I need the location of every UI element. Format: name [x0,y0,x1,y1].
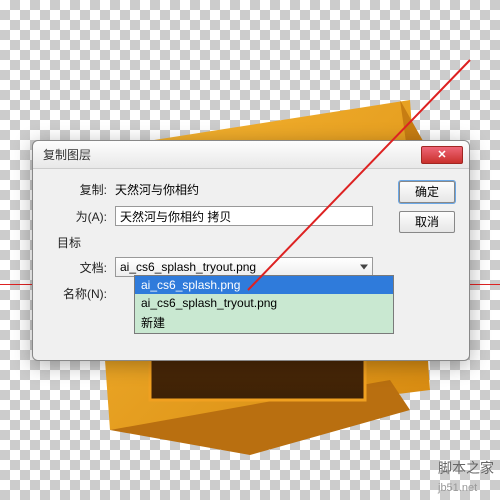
dropdown-option[interactable]: ai_cs6_splash_tryout.png [135,294,393,312]
copy-label: 复制: [47,181,107,198]
watermark-url: jb51.net [438,482,477,494]
cancel-button[interactable]: 取消 [399,211,455,233]
document-dropdown-list: ai_cs6_splash.png ai_cs6_splash_tryout.p… [134,275,394,334]
dialog-titlebar[interactable]: 复制图层 ✕ [33,141,469,169]
dialog-body: 复制: 天然河与你相约 为(A): 目标 文档: ai_cs6_splash_t… [33,169,469,360]
dropdown-option-new[interactable]: 新建 [135,312,393,333]
dropdown-option-selected[interactable]: ai_cs6_splash.png [135,276,393,294]
close-button[interactable]: ✕ [421,146,463,164]
document-select[interactable]: ai_cs6_splash_tryout.png [115,257,373,277]
dialog-buttons: 确定 取消 [399,181,455,233]
as-label: 为(A): [47,208,107,225]
dialog-title: 复制图层 [43,146,421,163]
watermark: 脚本之家 jb51.net [438,458,494,494]
watermark-text: 脚本之家 [438,460,494,476]
document-select-value: ai_cs6_splash_tryout.png [120,260,256,274]
copy-layer-dialog: 复制图层 ✕ 复制: 天然河与你相约 为(A): 目标 文档: ai_cs6_s… [32,140,470,361]
close-icon: ✕ [437,148,446,161]
ok-button[interactable]: 确定 [399,181,455,203]
document-label: 文档: [47,259,107,276]
chevron-down-icon [360,265,368,270]
as-input[interactable] [115,206,373,226]
target-section-label: 目标 [57,234,455,251]
name-label: 名称(N): [47,285,107,302]
